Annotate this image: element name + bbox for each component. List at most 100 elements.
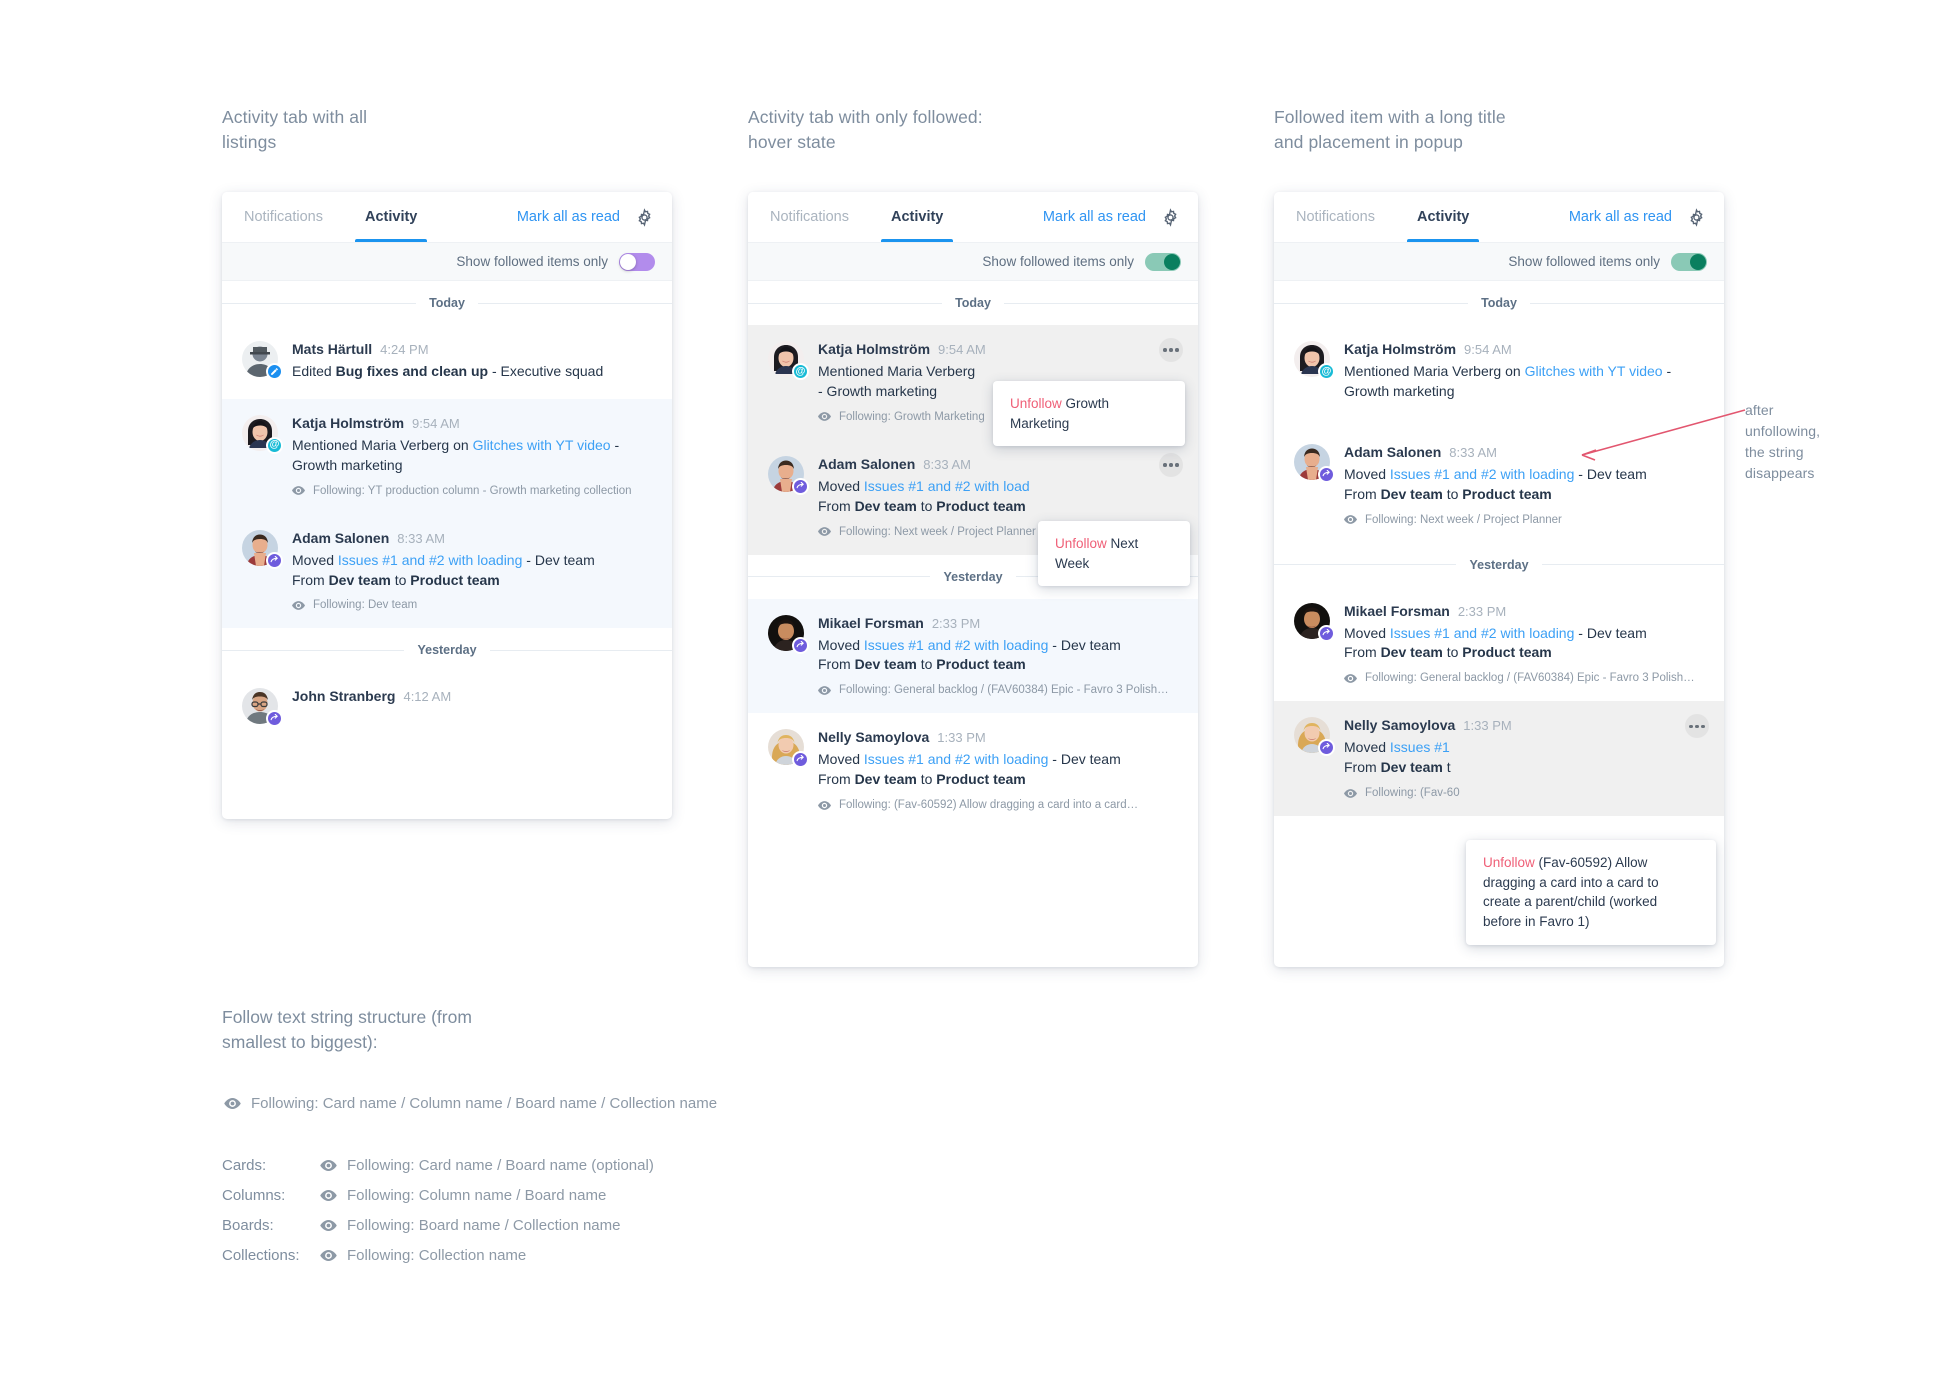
avatar — [242, 688, 283, 728]
show-followed-only-toggle[interactable] — [619, 252, 655, 271]
user-name: John Stranberg — [292, 688, 396, 705]
user-name: Nelly Samoylova — [818, 729, 930, 746]
move-badge-icon — [792, 636, 809, 654]
panel2-tabbar: Notifications Activity Mark all as read — [748, 192, 1198, 242]
activity-row[interactable]: Mikael Forsman 2:33 PM Moved Issues #1 an… — [1274, 586, 1724, 702]
annotation-arrow — [1581, 409, 1746, 461]
separator-line-right — [477, 302, 672, 304]
following-text: Following: (Fav-60592) Allow dragging a … — [839, 799, 1139, 811]
card-link[interactable]: Issues #1 and #2 with loading — [338, 552, 522, 568]
avatar: @ — [1294, 341, 1335, 380]
activity-message: Moved Issues #1 and #2 with loading - De… — [292, 551, 652, 591]
day-label: Yesterday — [943, 569, 1003, 584]
row-more-options-button[interactable] — [1685, 714, 1709, 739]
tab-activity[interactable]: Activity — [880, 192, 954, 242]
following-text: Following: (Fav-60 — [1365, 787, 1460, 799]
msg-line2-prefix: From — [292, 571, 329, 588]
gear-icon[interactable] — [1161, 207, 1180, 227]
msg-to-team: Product team — [410, 571, 500, 588]
card-link[interactable]: Glitches with YT video — [473, 437, 611, 453]
following-string: Following: Dev team — [292, 599, 652, 611]
msg-from-team: Dev team — [854, 497, 917, 514]
unfollow-popup-growth-marketing[interactable]: Unfollow Growth Marketing — [993, 381, 1185, 447]
move-badge-icon — [1318, 465, 1335, 483]
legend-row: Boards: Following: Board name / Collecti… — [222, 1210, 654, 1240]
tab-notifications[interactable]: Notifications — [1292, 192, 1379, 242]
avatar: @ — [242, 414, 283, 454]
activity-row[interactable]: Adam Salonen 8:33 AM Moved Issues #1 and … — [222, 513, 672, 629]
separator-line-right — [489, 649, 672, 651]
tab-notifications[interactable]: Notifications — [240, 192, 327, 242]
panel3-filterbar: Show followed items only — [1274, 242, 1724, 281]
gear-icon[interactable] — [1687, 207, 1706, 227]
show-followed-only-toggle[interactable] — [1145, 252, 1181, 271]
msg-bold: Bug fixes and clean up — [335, 363, 489, 379]
activity-row[interactable]: John Stranberg 4:12 AM — [222, 672, 672, 747]
mark-all-as-read-button[interactable]: Mark all as read — [1043, 209, 1146, 225]
card-link[interactable]: Issues #1 — [1390, 739, 1450, 755]
card-link[interactable]: Issues #1 and #2 with loading — [1390, 625, 1574, 641]
card-link[interactable]: Issues #1 and #2 with loading — [1390, 466, 1574, 482]
msg-prefix: Mentioned Maria Verberg — [818, 363, 976, 379]
following-string: Following: YT production column - Growth… — [292, 485, 652, 497]
tab-activity[interactable]: Activity — [354, 192, 428, 242]
legend-title: Follow text string structure (from small… — [222, 1007, 472, 1053]
activity-message: Mentioned Maria Verberg on Glitches with… — [1344, 362, 1704, 402]
msg-line2-mid: t — [1442, 759, 1451, 776]
day-label: Yesterday — [1469, 557, 1529, 572]
activity-row[interactable]: Mats Härtull 4:24 PM Edited Bug fixes and… — [222, 325, 672, 399]
activity-row[interactable]: @ Katja Holmström 9:54 AM Mentioned Maria… — [222, 398, 672, 514]
avatar: @ — [768, 341, 809, 380]
user-name: Mikael Forsman — [818, 614, 924, 631]
card-link[interactable]: Issues #1 and #2 with loading — [864, 751, 1048, 767]
mark-all-as-read-button[interactable]: Mark all as read — [517, 209, 620, 225]
activity-name-line: Nelly Samoylova 1:33 PM — [818, 729, 1178, 747]
activity-row[interactable]: Mikael Forsman 2:33 PM Moved Issues #1 an… — [748, 598, 1198, 714]
activity-name-line: Mikael Forsman 2:33 PM — [818, 615, 1178, 633]
card-link[interactable]: Issues #1 and #2 with loading — [864, 637, 1048, 653]
card-link[interactable]: Issues #1 and #2 with load — [864, 478, 1030, 494]
activity-message: Mentioned Maria Verberg on Glitches with… — [292, 436, 652, 476]
activity-row[interactable]: Nelly Samoylova 1:33 PM Moved Issues #1 Fr… — [1274, 701, 1724, 816]
card-link[interactable]: Glitches with YT video — [1525, 363, 1663, 379]
unfollow-action[interactable]: Unfollow — [1483, 855, 1535, 870]
user-name: Adam Salonen — [1344, 443, 1442, 460]
separator-line-left — [1274, 302, 1469, 304]
row-more-options-button[interactable] — [1159, 452, 1183, 477]
row-more-options-button[interactable] — [1159, 338, 1183, 362]
unfollow-action[interactable]: Unfollow — [1055, 536, 1107, 551]
mark-all-as-read-button[interactable]: Mark all as read — [1569, 209, 1672, 225]
tab-notifications[interactable]: Notifications — [766, 192, 853, 242]
toggle-knob — [1690, 253, 1706, 270]
msg-prefix: Moved — [818, 477, 864, 494]
following-text: Following: General backlog / (FAV60384) … — [1365, 672, 1695, 685]
following-text: Following: Dev team — [313, 599, 418, 612]
tab-activity[interactable]: Activity — [1406, 192, 1480, 242]
following-string: Following: Next week / Project Planner — [1344, 514, 1704, 526]
caption-panel-3: Followed item with a long title and plac… — [1274, 107, 1506, 153]
separator-line-right — [1541, 564, 1724, 565]
timestamp: 1:33 PM — [1463, 718, 1512, 734]
unfollow-popup-next-week[interactable]: Unfollow Next Week — [1038, 521, 1190, 587]
gear-icon[interactable] — [635, 207, 654, 227]
activity-message: Edited Bug fixes and clean up - Executiv… — [292, 362, 652, 382]
msg-prefix: Mentioned Maria Verberg on — [1344, 363, 1525, 379]
avatar — [1294, 443, 1335, 483]
day-label: Yesterday — [417, 643, 477, 658]
msg-prefix: Moved — [1344, 465, 1390, 482]
activity-popup-panel-1: Notifications Activity Mark all as read … — [222, 192, 672, 819]
activity-name-line: Adam Salonen 8:33 AM — [818, 456, 1178, 474]
msg-prefix: Mentioned Maria Verberg on — [292, 436, 473, 453]
eye-icon — [320, 1249, 337, 1261]
user-name: Mikael Forsman — [1344, 602, 1450, 619]
msg-line2-mid: to — [916, 497, 937, 514]
separator-line-left — [222, 302, 417, 304]
timestamp: 8:33 AM — [1449, 444, 1497, 460]
msg-from-team: Dev team — [854, 656, 917, 673]
activity-row[interactable]: Nelly Samoylova 1:33 PM Moved Issues #1 a… — [748, 713, 1198, 828]
unfollow-action[interactable]: Unfollow — [1010, 396, 1062, 411]
move-badge-icon — [1318, 624, 1335, 642]
day-separator-today: Today — [222, 281, 672, 325]
show-followed-only-toggle[interactable] — [1671, 252, 1707, 271]
unfollow-popup-long-title[interactable]: Unfollow (Fav-60592) Allow dragging a ca… — [1466, 840, 1716, 945]
